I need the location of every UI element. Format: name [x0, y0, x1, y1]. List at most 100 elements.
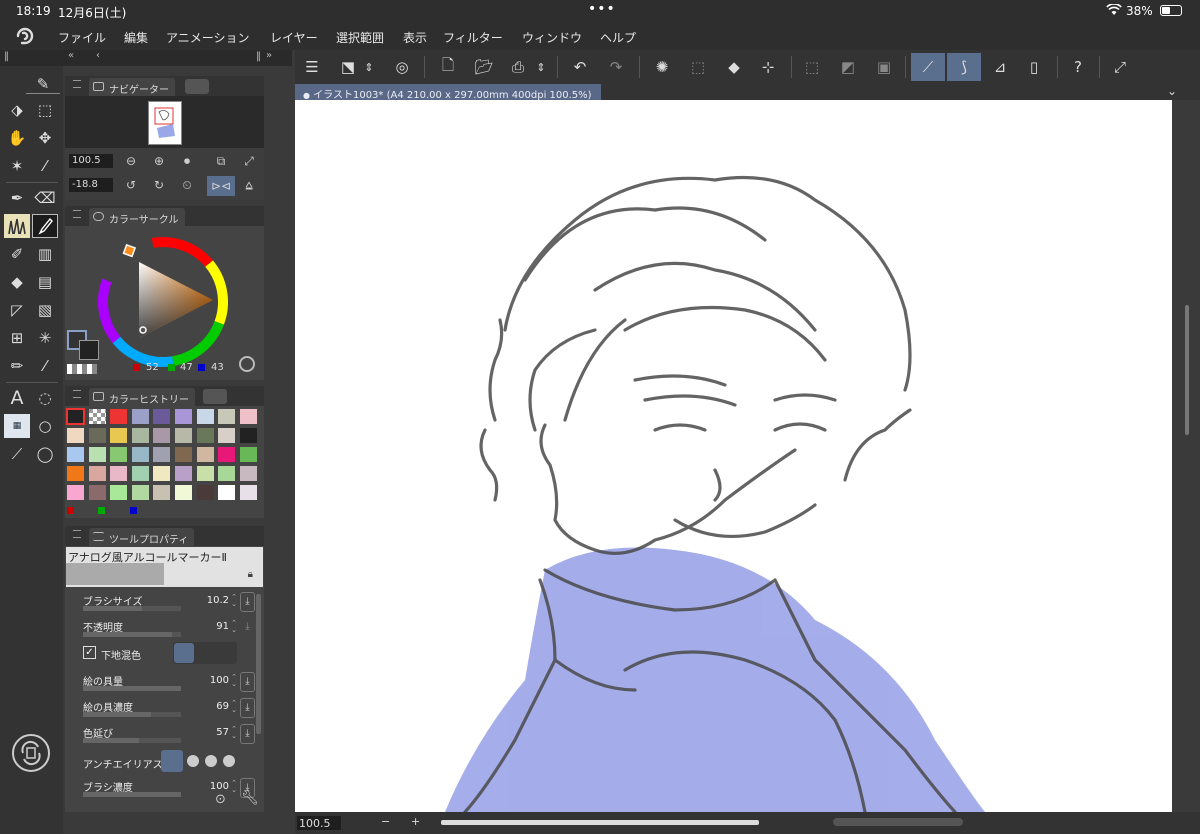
color-swatch[interactable]	[152, 408, 172, 425]
actual-size-icon[interactable]: ⤢	[241, 153, 257, 169]
color-swatch[interactable]	[217, 408, 237, 425]
save-icon[interactable]: ⎙	[503, 53, 533, 81]
zoom-in-icon[interactable]: ⊕	[151, 153, 167, 169]
color-swatch[interactable]	[152, 427, 172, 444]
property-slider[interactable]	[83, 792, 181, 797]
property-row[interactable]: 色延び 57 ⌃ ⌄ ⤓	[77, 724, 255, 750]
color-swatch[interactable]	[66, 465, 85, 482]
color-swatch[interactable]	[217, 446, 237, 463]
color-swatch[interactable]	[238, 427, 258, 444]
color-circle-tab[interactable]: カラーサークル	[89, 208, 185, 226]
lock-icon[interactable]: 🔒︎	[248, 569, 253, 580]
canvas-vertical-scrollbar[interactable]	[1172, 100, 1200, 812]
color-swatch[interactable]	[109, 408, 129, 425]
color-swatch[interactable]	[130, 484, 150, 501]
color-swatch[interactable]	[109, 465, 129, 482]
stepper-icon[interactable]: ⌃ ⌄	[231, 674, 237, 688]
flip-horizontal-icon[interactable]: ⊳⊲	[207, 176, 235, 196]
color-swatch[interactable]	[87, 427, 107, 444]
canvas-horizontal-scrollbar[interactable]	[833, 818, 963, 826]
dock-right-arrows-icon[interactable]: »	[266, 50, 272, 61]
menu-edit[interactable]: 編集	[124, 29, 148, 46]
color-swatch[interactable]	[174, 484, 193, 501]
color-swatch[interactable]	[195, 427, 215, 444]
rotation-input[interactable]: -18.8	[69, 178, 113, 192]
brush-preview[interactable]: アナログ風アルコールマーカーⅡ 🔒︎	[66, 547, 263, 587]
bottom-zoom-input[interactable]: 100.5	[297, 816, 341, 830]
download-icon[interactable]: ⤓	[240, 724, 255, 744]
fill-bucket-icon[interactable]: ▤	[32, 270, 58, 294]
color-mode-icon[interactable]	[239, 356, 255, 372]
text-icon[interactable]: A	[4, 386, 30, 410]
dock-left-arrows-icon[interactable]: «	[68, 50, 74, 61]
selection-area-icon[interactable]: ▣	[869, 53, 899, 81]
color-swatch[interactable]	[66, 408, 85, 425]
property-row[interactable]: ブラシ濃度 100 ⌃ ⌄ ⤓	[77, 778, 255, 804]
color-swatch[interactable]	[109, 484, 129, 501]
color-history-tab[interactable]: カラーヒストリー	[89, 388, 195, 406]
download-icon[interactable]: ⤓	[240, 592, 255, 612]
color-swatch[interactable]	[195, 465, 215, 482]
redo-icon[interactable]: ↷	[601, 53, 631, 81]
dock-left-arrow-icon[interactable]: ‹	[96, 50, 100, 61]
color-swatch[interactable]	[109, 427, 129, 444]
color-swatch[interactable]	[130, 408, 150, 425]
color-swatch[interactable]	[217, 427, 237, 444]
color-swatch[interactable]	[152, 465, 172, 482]
color-set-tab[interactable]	[203, 389, 227, 404]
property-slider[interactable]	[83, 632, 181, 637]
color-swatch[interactable]	[195, 446, 215, 463]
color-swatch[interactable]	[66, 427, 85, 444]
layer-move-icon[interactable]: ⬗	[4, 98, 30, 122]
transparent-color-swatch[interactable]	[67, 364, 97, 374]
wrench-icon[interactable]: 🔧︎	[241, 790, 259, 806]
property-row[interactable]: 不透明度 91 ⌃ ⌄ ⤓	[77, 618, 255, 644]
open-folder-icon[interactable]: 📂︎	[469, 53, 499, 81]
rotate-right-icon[interactable]: ↻	[151, 177, 167, 193]
help-icon[interactable]: ?	[1063, 53, 1093, 81]
ellipse-icon[interactable]: ○	[32, 414, 58, 438]
download-icon[interactable]: ⤓	[240, 698, 255, 718]
hamburger-icon[interactable]: ☰	[297, 53, 327, 81]
navigator-tab[interactable]: ナビゲーター	[89, 78, 175, 96]
navigator-thumbnail[interactable]	[148, 101, 182, 145]
menu-help[interactable]: ヘルプ	[600, 29, 636, 46]
panel-menu-icon[interactable]	[73, 210, 81, 218]
fill-icon[interactable]: ◆	[4, 270, 30, 294]
clear-icon[interactable]: ⬚	[683, 53, 713, 81]
sub-color-swatch[interactable]	[79, 340, 99, 360]
gradient-icon[interactable]: ▧	[32, 298, 58, 322]
color-swatch[interactable]	[152, 484, 172, 501]
snap-grid-icon[interactable]: ⊿	[985, 53, 1015, 81]
stepper-icon[interactable]: ⌃ ⌄	[231, 620, 237, 634]
color-swatch[interactable]	[174, 446, 193, 463]
property-row[interactable]: ✓ 下地混色	[77, 642, 255, 672]
property-slider[interactable]	[83, 738, 181, 743]
color-swatch[interactable]	[238, 465, 258, 482]
property-row[interactable]: 絵の具量 100 ⌃ ⌄ ⤓	[77, 672, 255, 698]
panel-menu-icon[interactable]	[73, 530, 81, 538]
property-row[interactable]: 絵の具濃度 69 ⌃ ⌄ ⤓	[77, 698, 255, 724]
stepper-icon[interactable]: ⌃ ⌄	[231, 780, 237, 794]
object-select-icon[interactable]: ⬚	[32, 98, 58, 122]
color-swatch[interactable]	[174, 408, 193, 425]
zoom-plus-button[interactable]: +	[411, 815, 420, 828]
fill-shape-icon[interactable]: ◆	[719, 53, 749, 81]
color-swatch[interactable]	[109, 446, 129, 463]
navigator-alt-tab[interactable]	[185, 79, 209, 94]
correction-pen-icon[interactable]: ✏	[4, 354, 30, 378]
property-scrollbar[interactable]	[256, 594, 261, 734]
property-slider[interactable]	[83, 712, 181, 717]
color-swatch[interactable]	[130, 446, 150, 463]
fit-window-icon[interactable]: ⧉	[213, 153, 229, 169]
chevron-updown-icon[interactable]: ⇕	[361, 53, 377, 81]
frame-icon[interactable]: ⊞	[4, 326, 30, 350]
multitask-dots-icon[interactable]: •••	[588, 1, 616, 17]
speech-bubble-icon[interactable]: ◯	[32, 442, 58, 466]
color-wheel[interactable]	[95, 234, 231, 370]
flip-vertical-icon[interactable]: ⩠	[241, 177, 257, 193]
companion-mode-icon[interactable]: ◎	[387, 53, 417, 81]
ruler-icon[interactable]: ✳	[32, 326, 58, 350]
rotate-left-icon[interactable]: ↺	[123, 177, 139, 193]
menu-view[interactable]: 表示	[403, 29, 427, 46]
